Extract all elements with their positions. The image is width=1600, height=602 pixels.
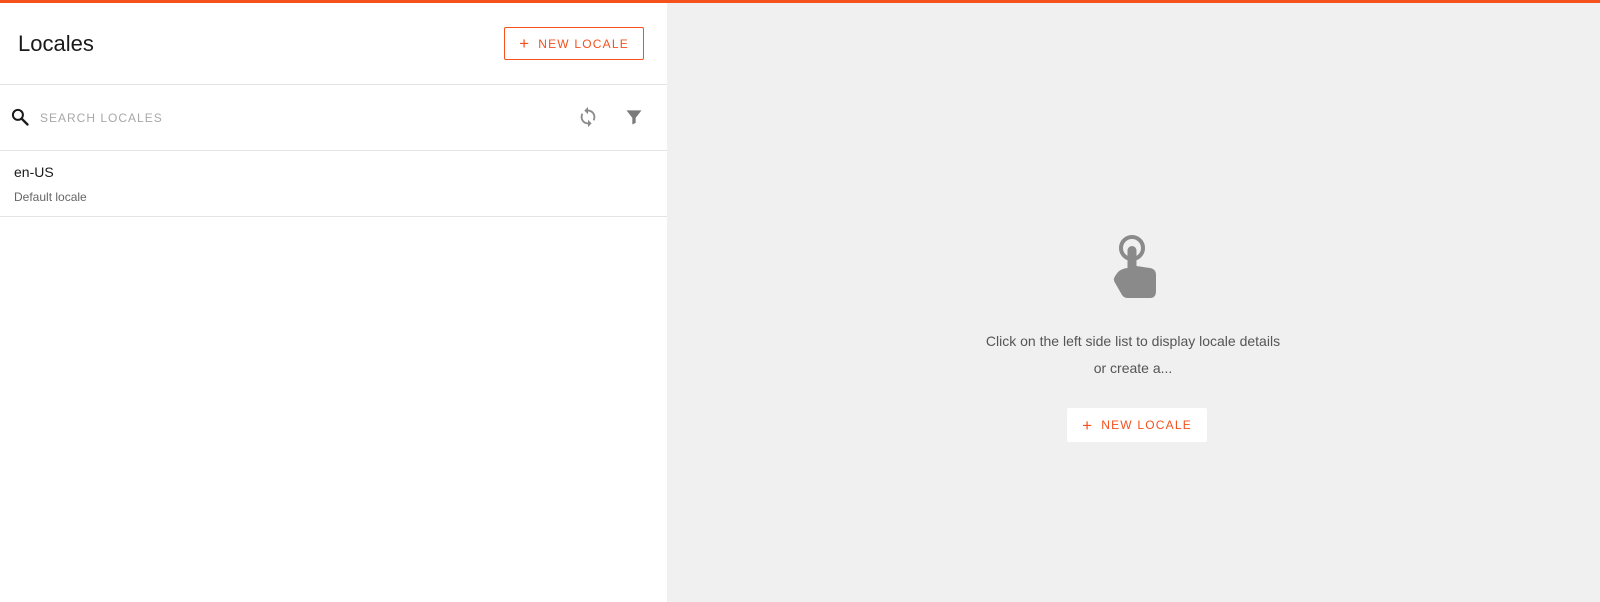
empty-state-message: Click on the left side list to display l… xyxy=(985,333,1281,376)
locale-name: en-US xyxy=(14,164,54,180)
new-locale-button-label: NEW LOCALE xyxy=(538,36,629,51)
search-input[interactable] xyxy=(38,105,522,131)
tap-hand-icon xyxy=(1113,235,1156,298)
new-locale-button-secondary[interactable]: + NEW LOCALE xyxy=(1067,408,1207,442)
refresh-icon xyxy=(580,106,596,128)
plus-icon: + xyxy=(519,34,531,53)
filter-icon xyxy=(626,110,642,125)
locale-description: Default locale xyxy=(14,190,87,204)
list-header: Locales + NEW LOCALE xyxy=(0,3,667,85)
page-title: Locales xyxy=(18,31,94,56)
search-icon xyxy=(11,108,29,126)
search-bar xyxy=(0,85,667,151)
filter-button[interactable] xyxy=(620,103,648,131)
refresh-button[interactable] xyxy=(574,103,602,131)
details-panel: Click on the left side list to display l… xyxy=(667,3,1600,602)
empty-state: Click on the left side list to display l… xyxy=(667,3,1600,602)
locales-list-panel: Locales + NEW LOCALE en-US Default local… xyxy=(0,3,667,602)
new-locale-button[interactable]: + NEW LOCALE xyxy=(504,27,644,60)
list-item[interactable]: en-US Default locale xyxy=(0,151,667,217)
plus-icon: + xyxy=(1082,415,1094,435)
new-locale-button-secondary-label: NEW LOCALE xyxy=(1101,418,1192,432)
